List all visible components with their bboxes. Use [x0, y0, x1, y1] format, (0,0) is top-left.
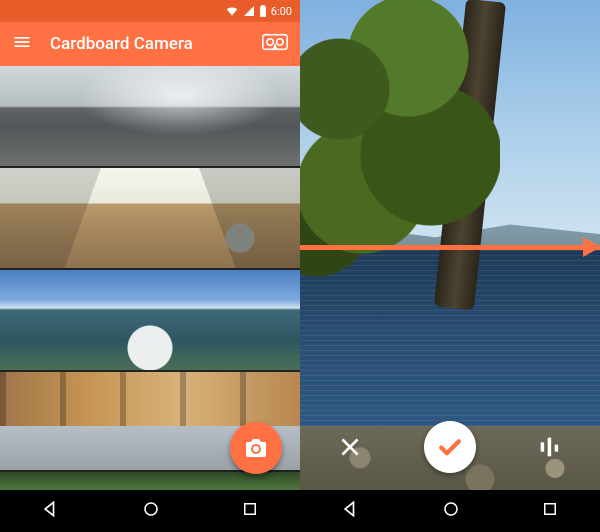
app-bar: Cardboard Camera [0, 22, 300, 66]
phone-gallery: 6:00 Cardboard Camera [0, 0, 300, 532]
progress-arrow-icon [583, 237, 600, 257]
status-bar: 6:00 [0, 0, 300, 22]
system-nav-bar [300, 490, 600, 532]
panorama-gallery[interactable] [0, 66, 300, 532]
audio-levels-button[interactable] [524, 421, 576, 473]
capture-fab[interactable] [230, 422, 282, 474]
phone-capture [300, 0, 600, 532]
battery-icon [259, 4, 267, 18]
status-time: 6:00 [271, 5, 292, 18]
capture-controls [300, 412, 600, 482]
check-icon [435, 432, 465, 462]
system-nav-bar [0, 490, 300, 532]
camera-icon [244, 436, 268, 460]
panorama-thumbnail[interactable] [0, 66, 300, 168]
nav-recent-icon[interactable] [241, 500, 259, 522]
confirm-button[interactable] [424, 421, 476, 473]
panorama-thumbnail[interactable] [0, 270, 300, 372]
nav-home-icon[interactable] [442, 500, 460, 522]
panorama-thumbnail[interactable] [0, 168, 300, 270]
app-title: Cardboard Camera [50, 34, 193, 54]
nav-recent-icon[interactable] [541, 500, 559, 522]
nav-back-icon[interactable] [41, 499, 61, 523]
audio-levels-icon [536, 433, 564, 461]
menu-icon[interactable] [12, 32, 32, 57]
capture-progress-line [300, 245, 600, 250]
capture-viewport[interactable] [300, 0, 600, 532]
cardboard-icon[interactable] [262, 33, 288, 56]
cancel-button[interactable] [324, 421, 376, 473]
nav-back-icon[interactable] [341, 499, 361, 523]
wifi-icon [225, 4, 239, 18]
close-icon [337, 434, 363, 460]
nav-home-icon[interactable] [142, 500, 160, 522]
signal-icon [243, 5, 255, 17]
